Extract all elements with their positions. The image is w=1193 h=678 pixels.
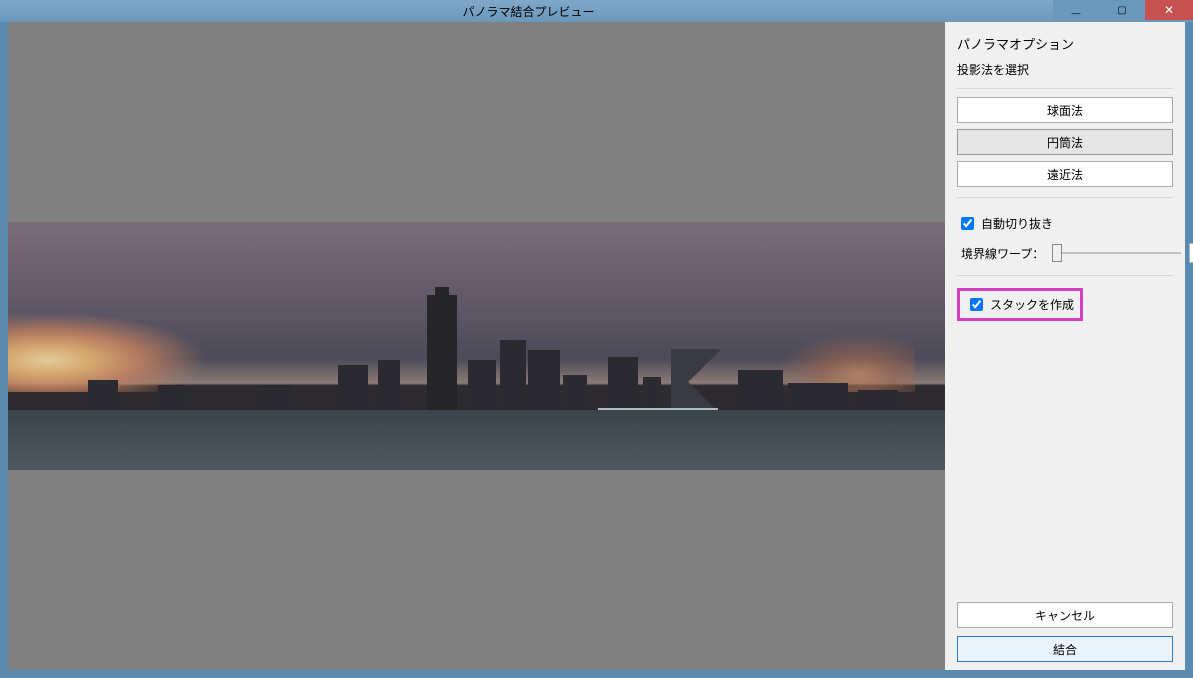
dialog-window: パノラマ結合プレビュー bbox=[0, 0, 1193, 678]
merge-button[interactable]: 結合 bbox=[957, 636, 1173, 662]
boundary-warp-row: 境界線ワープ： bbox=[961, 243, 1173, 263]
building bbox=[738, 370, 783, 415]
building bbox=[378, 360, 400, 415]
city-skyline bbox=[8, 300, 945, 415]
boundary-warp-slider[interactable] bbox=[1052, 252, 1181, 254]
water bbox=[8, 410, 945, 470]
auto-crop-checkbox[interactable] bbox=[961, 217, 974, 230]
building bbox=[338, 365, 368, 415]
panorama-preview bbox=[8, 22, 945, 670]
divider bbox=[957, 275, 1173, 276]
dialog-content: パノラマオプション 投影法を選択 球面法 円筒法 遠近法 自動切り抜き 境界線ワ… bbox=[8, 22, 1185, 670]
projection-perspective-button[interactable]: 遠近法 bbox=[957, 161, 1173, 187]
create-stack-label: スタックを作成 bbox=[990, 296, 1074, 313]
projection-spherical-button[interactable]: 球面法 bbox=[957, 97, 1173, 123]
building bbox=[468, 360, 496, 415]
sail-building bbox=[671, 349, 729, 415]
create-stack-checkbox[interactable] bbox=[970, 298, 983, 311]
minimize-button[interactable] bbox=[1053, 0, 1099, 20]
panel-title: パノラマオプション bbox=[957, 34, 1173, 53]
close-button[interactable] bbox=[1145, 0, 1193, 20]
projection-buttons: 球面法 円筒法 遠近法 bbox=[957, 97, 1173, 187]
titlebar: パノラマ結合プレビュー bbox=[0, 0, 1193, 22]
maximize-button[interactable] bbox=[1099, 0, 1145, 20]
auto-crop-row: 自動切り抜き bbox=[957, 214, 1173, 233]
auto-crop-label: 自動切り抜き bbox=[981, 215, 1053, 232]
building bbox=[500, 340, 526, 415]
panorama-image bbox=[8, 222, 945, 470]
building bbox=[608, 357, 638, 415]
divider bbox=[957, 197, 1173, 198]
window-controls bbox=[1053, 0, 1193, 22]
spacer bbox=[957, 321, 1173, 596]
options-panel: パノラマオプション 投影法を選択 球面法 円筒法 遠近法 自動切り抜き 境界線ワ… bbox=[945, 22, 1185, 670]
boundary-warp-label: 境界線ワープ： bbox=[961, 245, 1044, 262]
cancel-button[interactable]: キャンセル bbox=[957, 602, 1173, 628]
create-stack-highlight: スタックを作成 bbox=[957, 284, 1173, 321]
landmark-tower-cap bbox=[435, 287, 449, 415]
projection-cylindrical-button[interactable]: 円筒法 bbox=[957, 129, 1173, 155]
window-title: パノラマ結合プレビュー bbox=[4, 3, 1053, 20]
projection-label: 投影法を選択 bbox=[957, 61, 1173, 78]
boundary-warp-value[interactable] bbox=[1189, 243, 1193, 263]
dialog-buttons: キャンセル 結合 bbox=[957, 602, 1173, 662]
divider bbox=[957, 88, 1173, 89]
building bbox=[563, 375, 587, 415]
building bbox=[528, 350, 560, 415]
